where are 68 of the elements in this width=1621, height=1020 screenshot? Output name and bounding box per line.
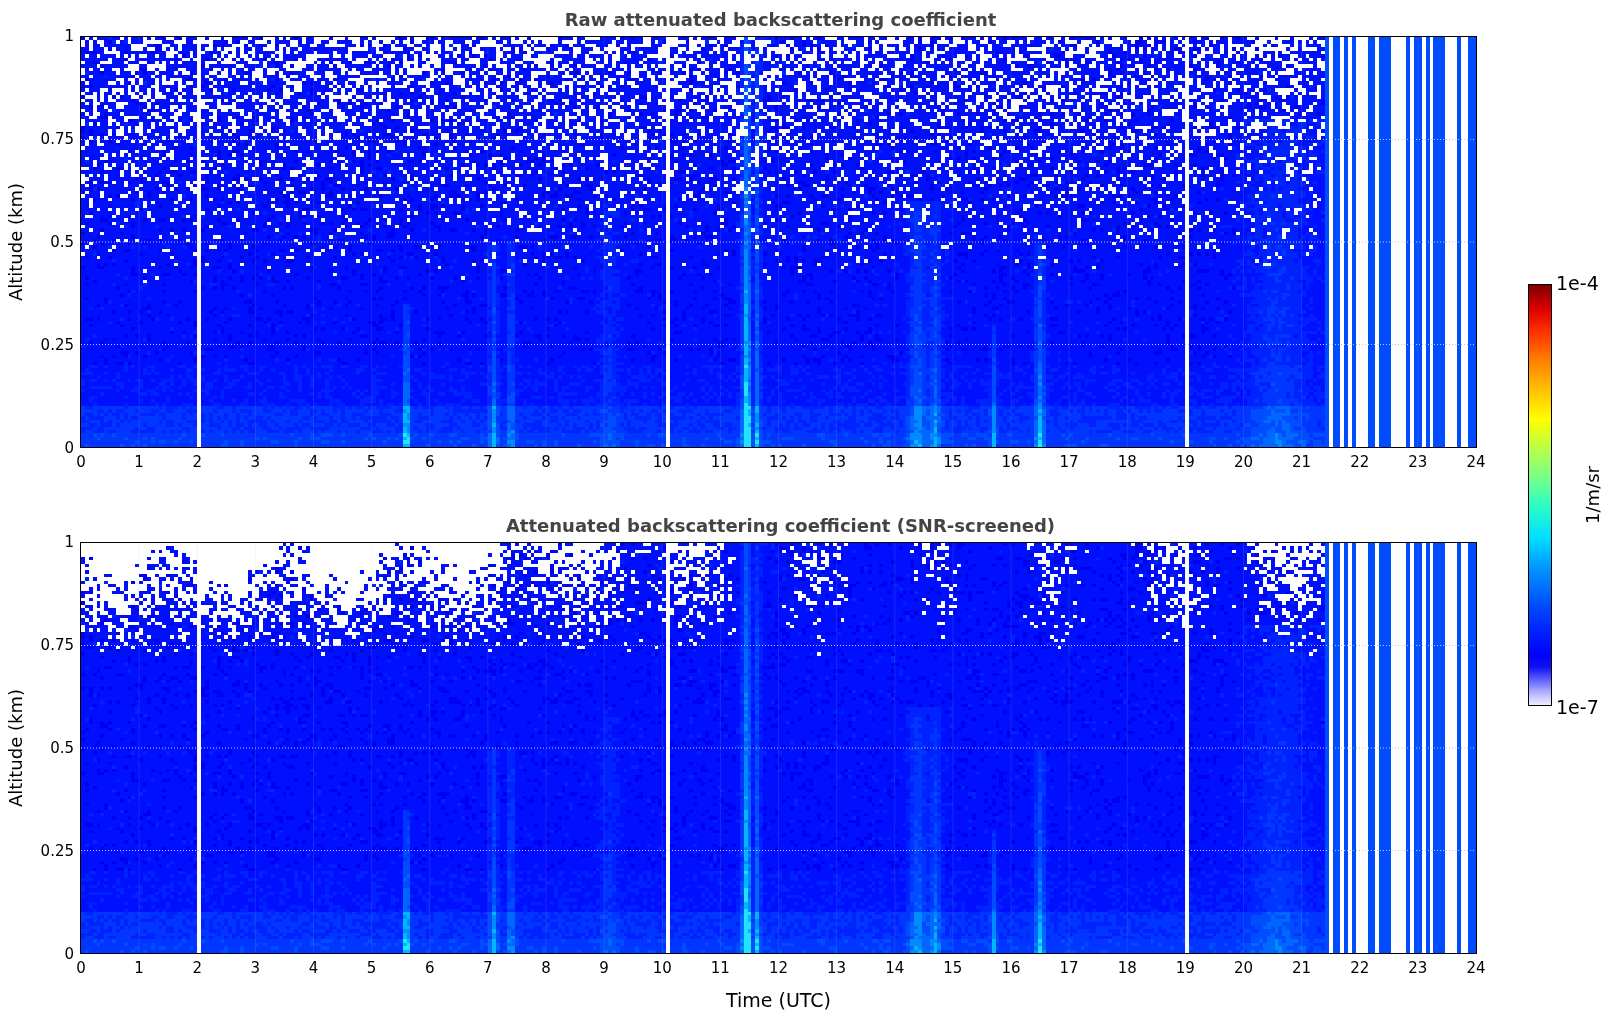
x-tick-label: 20	[1233, 453, 1254, 471]
x-tick-label: 11	[710, 453, 730, 471]
plot-title: Raw attenuated backscattering coefficient	[564, 9, 997, 30]
x-tick-label: 19	[1175, 453, 1195, 471]
x-axis-label: Time (UTC)	[726, 988, 831, 1012]
x-tick-label: 3	[250, 453, 261, 471]
x-tick-label: 13	[827, 453, 847, 471]
y-tick-label: 0.25	[40, 842, 74, 860]
x-tick-label: 21	[1292, 453, 1312, 471]
y-axis-label: Altitude (km)	[4, 688, 26, 808]
x-tick-label: 6	[425, 959, 435, 977]
x-tick-label: 13	[827, 959, 847, 977]
x-tick-label: 17	[1059, 453, 1079, 471]
y-tick-label: 0.75	[40, 130, 74, 148]
x-tick-label: 1	[134, 453, 144, 471]
x-tick-label: 11	[710, 959, 730, 977]
x-tick-label: 10	[652, 453, 672, 471]
y-tick-label: 0	[64, 439, 74, 457]
x-tick-label: 6	[425, 453, 435, 471]
y-tick-label: 1	[64, 533, 74, 551]
x-tick-label: 18	[1117, 453, 1137, 471]
x-tick-label: 10	[652, 959, 672, 977]
x-tick-label: 9	[599, 453, 609, 471]
x-tick-label: 24	[1466, 959, 1486, 977]
y-tick-label: 0.75	[40, 636, 74, 654]
x-tick-label: 19	[1175, 959, 1195, 977]
x-tick-label: 5	[366, 959, 377, 977]
y-tick-label: 0	[64, 945, 74, 963]
x-tick-label: 0	[76, 959, 86, 977]
x-tick-label: 23	[1408, 453, 1428, 471]
x-tick-label: 5	[366, 453, 377, 471]
y-tick-label: 0.5	[50, 739, 74, 757]
x-tick-label: 17	[1059, 959, 1079, 977]
x-tick-label: 15	[943, 453, 963, 471]
x-tick-label: 9	[599, 959, 609, 977]
x-tick-label: 0	[76, 453, 86, 471]
colorbar-max-label: 1e-4	[1556, 272, 1599, 294]
y-tick-label: 0.25	[40, 336, 74, 354]
x-tick-label: 4	[308, 453, 319, 471]
x-tick-label: 22	[1350, 959, 1370, 977]
x-tick-label: 2	[192, 453, 202, 471]
x-tick-label: 8	[541, 959, 551, 977]
x-tick-label: 4	[308, 959, 319, 977]
y-tick-label: 0.5	[50, 233, 74, 251]
x-tick-label: 16	[1001, 959, 1021, 977]
x-tick-label: 24	[1466, 453, 1486, 471]
x-tick-label: 16	[1001, 453, 1021, 471]
x-tick-label: 22	[1350, 453, 1370, 471]
x-tick-label: 7	[483, 453, 493, 471]
plot-title: Attenuated backscattering coefficient (SNR-screened)	[505, 515, 1056, 536]
x-tick-label: 12	[768, 959, 789, 977]
y-axis-label: Altitude (km)	[4, 182, 26, 302]
x-tick-label: 2	[192, 959, 202, 977]
x-tick-label: 8	[541, 453, 551, 471]
x-tick-label: 23	[1408, 959, 1428, 977]
x-tick-label: 14	[885, 959, 905, 977]
x-tick-label: 14	[885, 453, 905, 471]
x-tick-label: 7	[483, 959, 493, 977]
x-tick-label: 15	[943, 959, 963, 977]
y-tick-label: 1	[64, 27, 74, 45]
x-tick-label: 21	[1292, 959, 1312, 977]
x-tick-label: 3	[250, 959, 261, 977]
x-tick-label: 18	[1117, 959, 1137, 977]
colorbar-label: 1/m/sr	[1582, 466, 1603, 524]
x-tick-label: 20	[1233, 959, 1254, 977]
colorbar-min-label: 1e-7	[1556, 696, 1599, 718]
x-tick-label: 1	[134, 959, 144, 977]
x-tick-label: 12	[768, 453, 789, 471]
